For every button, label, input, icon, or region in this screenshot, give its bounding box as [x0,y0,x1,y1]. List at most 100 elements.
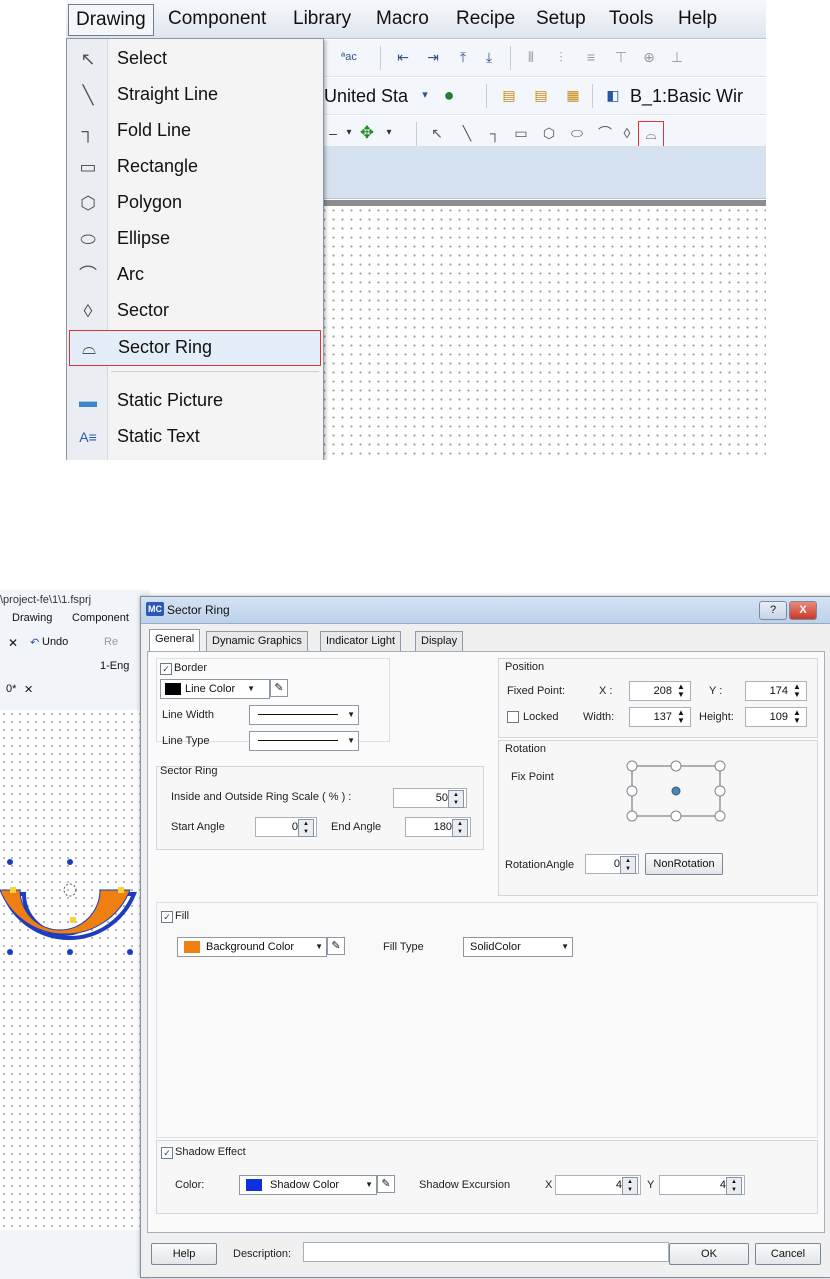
menu-item-ellipse[interactable]: ⬭ Ellipse [69,222,319,256]
menu-recipe[interactable]: Recipe [456,8,515,30]
bg-menu-component[interactable]: Component [72,612,129,624]
help-title-button[interactable]: ? [759,601,787,620]
menu-drawing[interactable]: Drawing [68,4,154,36]
fill-checkbox[interactable]: ✓ [161,911,173,923]
menu-setup[interactable]: Setup [536,8,586,30]
background-color-combo[interactable]: Background Color ▼ [177,937,327,957]
tab-indicator-light[interactable]: Indicator Light [320,631,402,651]
window-new-icon[interactable]: ▤ [500,86,518,104]
color-picker-icon[interactable]: ✎ [270,679,288,697]
spin-arrows-icon[interactable]: ▲ ▼ [790,709,804,725]
rectangle-tool-icon[interactable]: ▭ [512,124,530,142]
nonrotation-button[interactable]: NonRotation [645,853,723,875]
language-label[interactable]: 1-Eng [100,660,129,672]
dropdown-arrow-icon[interactable]: ▾ [416,86,434,104]
spin-arrows-icon[interactable]: ▲ ▼ [448,790,464,808]
spin-arrows-icon[interactable]: ▲ ▼ [620,856,636,874]
background-canvas[interactable] [0,710,150,1230]
tab-display[interactable]: Display [415,631,464,651]
align-bottom-icon[interactable]: ⤓ [480,48,498,66]
same-width-icon[interactable]: ≡ [582,48,600,66]
menu-item-arc[interactable]: ⌒ Arc [69,258,319,292]
menu-tools[interactable]: Tools [609,8,653,30]
menu-library[interactable]: Library [293,8,351,30]
spin-arrows-icon[interactable]: ▲ ▼ [298,819,314,837]
tab-general[interactable]: General [149,629,201,651]
menu-item-static-picture[interactable]: ▬ Static Picture [69,384,319,418]
tab-dynamic-graphics[interactable]: Dynamic Graphics [206,631,308,651]
undo-icon[interactable]: ↶ [30,636,39,649]
y-spinner[interactable]: 174 ▲ ▼ [745,681,807,701]
menu-item-static-text[interactable]: A≡ Static Text [69,420,319,454]
move-icon[interactable]: ✥ [358,124,376,142]
border-checkbox[interactable]: ✓ [160,663,172,675]
polygon-tool-icon[interactable]: ⬡ [540,124,558,142]
help-button[interactable]: Help [151,1243,217,1265]
spin-arrows-icon[interactable]: ▲ ▼ [622,1177,638,1195]
width-spinner[interactable]: 137 ▲ ▼ [629,707,691,727]
sector-ring-tool-icon[interactable]: ⌓ [638,121,664,147]
align-right-icon[interactable]: ⇥ [424,48,442,66]
rotation-angle-spinner[interactable]: 0 ▲ ▼ [585,854,639,874]
line-color-combo[interactable]: Line Color ▼ [160,679,270,699]
menu-component[interactable]: Component [168,8,266,30]
dropdown-arrow-icon[interactable]: ▾ [340,124,358,142]
height-spinner[interactable]: 109 ▲ ▼ [745,707,807,727]
color-picker-icon[interactable]: ✎ [327,937,345,955]
line-type-combo[interactable]: ▼ [249,731,359,751]
menu-item-rectangle[interactable]: ▭ Rectangle [69,150,319,184]
menu-help[interactable]: Help [678,8,717,30]
fix-point-selector[interactable] [625,759,729,825]
arc-tool-icon[interactable]: ⌒ [596,124,614,142]
center-icon[interactable]: ⊕ [640,48,658,66]
redo-label[interactable]: Re [104,636,118,648]
spin-arrows-icon[interactable]: ▲ ▼ [674,683,688,699]
menu-item-sector[interactable]: ◊ Sector [69,294,319,328]
end-angle-spinner[interactable]: 180 ▲ ▼ [405,817,471,837]
spin-arrows-icon[interactable]: ▲ ▼ [790,683,804,699]
line-width-combo[interactable]: ▼ [249,705,359,725]
menu-item-fold-line[interactable]: ┐ Fold Line [69,114,319,148]
line-tool-icon[interactable]: ╲ [458,124,476,142]
menu-item-polygon[interactable]: ⬡ Polygon [69,186,319,220]
sector-ring-shape[interactable] [0,790,150,990]
spin-arrows-icon[interactable]: ▲ ▼ [452,819,468,837]
select-tool-icon[interactable]: ↖ [428,124,446,142]
shadow-color-combo[interactable]: Shadow Color ▼ [239,1175,377,1195]
close-button[interactable]: X [789,601,817,620]
distribute-h-icon[interactable]: ⫴ [522,48,540,66]
language-combo[interactable]: United Sta [324,86,408,107]
bg-menu-drawing[interactable]: Drawing [12,612,52,624]
window-label[interactable]: B_1:Basic Wir [630,86,743,107]
shadow-y-spinner[interactable]: 4 ▲ ▼ [659,1175,745,1195]
ellipse-tool-icon[interactable]: ⬭ [568,124,586,142]
close-x-icon[interactable]: ✕ [8,636,18,650]
menu-macro[interactable]: Macro [376,8,429,30]
shadow-x-spinner[interactable]: 4 ▲ ▼ [555,1175,641,1195]
fill-type-combo[interactable]: SolidColor ▼ [463,937,573,957]
align-top-icon[interactable]: ⤒ [454,48,472,66]
spin-arrows-icon[interactable]: ▲ ▼ [674,709,688,725]
tab-close-icon[interactable]: ✕ [24,683,33,696]
fold-line-tool-icon[interactable]: ┐ [486,124,504,142]
window-props-icon[interactable]: ▦ [564,86,582,104]
ok-button[interactable]: OK [669,1243,749,1265]
document-tab[interactable]: 0* [6,683,16,695]
locked-checkbox[interactable] [507,711,519,723]
ring-scale-spinner[interactable]: 50 ▲ ▼ [393,788,467,808]
description-input[interactable] [303,1242,669,1262]
sector-tool-icon[interactable]: ◊ [618,124,636,142]
distribute-v-icon[interactable]: ⫶ [552,48,570,66]
align-left-icon[interactable]: ⇤ [394,48,412,66]
cancel-button[interactable]: Cancel [755,1243,821,1265]
undo-label[interactable]: Undo [42,636,68,648]
bottom-align-icon[interactable]: ⊥ [668,48,686,66]
color-picker-icon[interactable]: ✎ [377,1175,395,1193]
spin-arrows-icon[interactable]: ▲ ▼ [726,1177,742,1195]
start-angle-spinner[interactable]: 0 ▲ ▼ [255,817,317,837]
font-size-icon[interactable]: ªac [340,48,358,66]
menu-item-select[interactable]: ↖ Select [69,42,319,76]
x-spinner[interactable]: 208 ▲ ▼ [629,681,691,701]
menu-item-straight-line[interactable]: ╲ Straight Line [69,78,319,112]
menu-item-sector-ring[interactable]: ⌓ Sector Ring [69,330,321,366]
